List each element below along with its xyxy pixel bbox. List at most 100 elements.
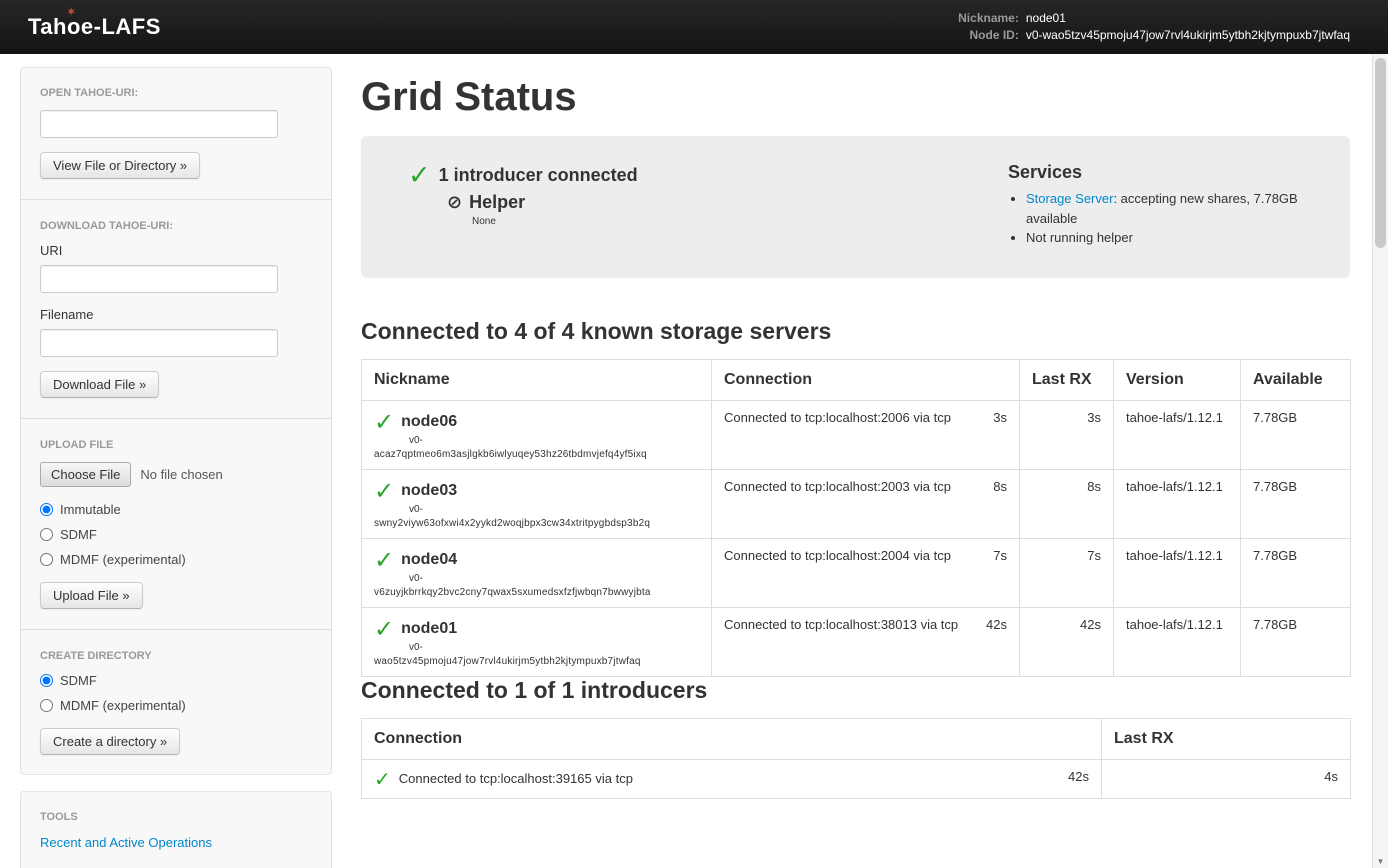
connection-cell: Connected to tcp:localhost:2006 via tcp … [712, 400, 1020, 469]
no-file-chosen-text: No file chosen [140, 467, 222, 482]
dir-format-mdmf-option[interactable]: MDMF (experimental) [40, 698, 312, 713]
dir-format-sdmf-radio[interactable] [40, 674, 53, 687]
storage-server-row: ✓ node03 v0- swny2viyw63ofxwi4x2yykd2woq… [362, 469, 1351, 538]
section-divider [21, 418, 331, 419]
upload-format-mdmf-option[interactable]: MDMF (experimental) [40, 552, 312, 567]
node-identity-block: Nickname: node01 Node ID: v0-wao5tzv45pm… [958, 11, 1350, 43]
download-uri-input[interactable] [40, 265, 278, 293]
helper-label: Helper [469, 192, 525, 213]
storage-server-row: ✓ node06 v0- acaz7qptmeo6m3asjlgkb6iwlyu… [362, 400, 1351, 469]
connection-text: Connected to tcp:localhost:39165 via tcp [399, 771, 633, 786]
tools-panel: TOOLS Recent and Active Operations [20, 791, 332, 868]
nickname-value: node01 [1026, 11, 1350, 26]
scrollbar-thumb[interactable] [1375, 58, 1386, 248]
version-cell: tahoe-lafs/1.12.1 [1114, 607, 1241, 676]
storage-server-link[interactable]: Storage Server [1026, 191, 1113, 206]
download-file-button[interactable]: Download File » [40, 371, 159, 398]
upload-format-immutable-radio[interactable] [40, 503, 53, 516]
connection-age: 8s [993, 479, 1007, 494]
connected-check-icon: ✓ [374, 769, 391, 789]
connection-age: 42s [986, 617, 1007, 632]
helper-status-row: ⊘ Helper [447, 192, 1008, 213]
available-cell: 7.78GB [1241, 469, 1351, 538]
server-id-prefix: v0- [409, 504, 699, 515]
connection-text: Connected to tcp:localhost:2004 via tcp [724, 548, 951, 563]
connection-cell: Connected to tcp:localhost:38013 via tcp… [712, 607, 1020, 676]
upload-file-label: UPLOAD FILE [40, 439, 312, 451]
node-id-value: v0-wao5tzv45pmoju47jow7rvl4ukirjm5ytbh2k… [1026, 28, 1350, 43]
introducer-status-row: ✓ 1 introducer connected [408, 162, 1008, 189]
introducers-table: Connection Last RX ✓ Connected to tcp:lo… [361, 718, 1351, 799]
dir-format-sdmf-label: SDMF [60, 673, 97, 688]
create-directory-button[interactable]: Create a directory » [40, 728, 180, 755]
version-cell: tahoe-lafs/1.12.1 [1114, 469, 1241, 538]
upload-format-sdmf-radio[interactable] [40, 528, 53, 541]
download-uri-label: DOWNLOAD TAHOE-URI: [40, 220, 312, 232]
view-file-button[interactable]: View File or Directory » [40, 152, 200, 179]
last-rx-cell: 42s [1020, 607, 1114, 676]
recent-operations-link[interactable]: Recent and Active Operations [40, 835, 212, 850]
server-id-hash: acaz7qptmeo6m3asjlgkb6iwlyuqey53hz26tbdm… [374, 449, 699, 460]
col-header-available: Available [1241, 359, 1351, 400]
col-header-last-rx: Last RX [1102, 718, 1351, 759]
connection-text: Connected to tcp:localhost:38013 via tcp [724, 617, 958, 632]
connection-cell: Connected to tcp:localhost:2003 via tcp … [712, 469, 1020, 538]
open-uri-input[interactable] [40, 110, 278, 138]
col-header-connection: Connection [712, 359, 1020, 400]
upload-file-button[interactable]: Upload File » [40, 582, 143, 609]
page-body: OPEN TAHOE-URI: View File or Directory »… [0, 54, 1388, 868]
scroll-down-arrow-icon[interactable]: ▼ [1373, 857, 1388, 866]
connected-check-icon: ✓ [374, 479, 394, 503]
col-header-last-rx: Last RX [1020, 359, 1114, 400]
connected-check-icon: ✓ [374, 410, 394, 434]
dir-format-sdmf-option[interactable]: SDMF [40, 673, 312, 688]
open-uri-label: OPEN TAHOE-URI: [40, 87, 312, 99]
storage-server-row: ✓ node04 v0- v6zuyjkbrrkqy2bvc2cny7qwax5… [362, 538, 1351, 607]
upload-format-immutable-option[interactable]: Immutable [40, 502, 312, 517]
uri-field-label: URI [40, 243, 312, 258]
connection-cell: ✓ Connected to tcp:localhost:39165 via t… [362, 759, 1102, 798]
vertical-scrollbar[interactable]: ▼ [1372, 54, 1388, 868]
service-storage-item: Storage Server: accepting new shares, 7.… [1026, 189, 1326, 228]
storage-servers-heading: Connected to 4 of 4 known storage server… [361, 318, 1350, 345]
last-rx-cell: 7s [1020, 538, 1114, 607]
service-helper-item: Not running helper [1026, 228, 1326, 248]
server-nickname: node03 [401, 482, 457, 500]
last-rx-cell: 8s [1020, 469, 1114, 538]
section-divider [21, 199, 331, 200]
storage-server-row: ✓ node01 v0- wao5tzv45pmoju47jow7rvl4uki… [362, 607, 1351, 676]
server-id-hash: swny2viyw63ofxwi4x2yykd2woqjbpx3cw34xtri… [374, 518, 699, 529]
main-content: Grid Status ✓ 1 introducer connected ⊘ H… [361, 67, 1350, 799]
check-icon: ✓ [408, 162, 431, 189]
choose-file-button[interactable]: Choose File [40, 462, 131, 487]
nickname-cell: ✓ node06 v0- acaz7qptmeo6m3asjlgkb6iwlyu… [362, 400, 712, 469]
create-directory-section: CREATE DIRECTORY SDMF MDMF (experimental… [40, 650, 312, 755]
nickname-cell: ✓ node04 v0- v6zuyjkbrrkqy2bvc2cny7qwax5… [362, 538, 712, 607]
upload-format-mdmf-radio[interactable] [40, 553, 53, 566]
grid-summary-well: ✓ 1 introducer connected ⊘ Helper None S… [361, 136, 1350, 278]
server-id-prefix: v0- [409, 435, 699, 446]
download-uri-section: DOWNLOAD TAHOE-URI: URI Filename Downloa… [40, 220, 312, 398]
storage-servers-table: Nickname Connection Last RX Version Avai… [361, 359, 1351, 677]
node-id-label: Node ID: [958, 28, 1019, 43]
dir-format-mdmf-radio[interactable] [40, 699, 53, 712]
connection-cell: Connected to tcp:localhost:2004 via tcp … [712, 538, 1020, 607]
server-nickname: node04 [401, 551, 457, 569]
col-header-nickname: Nickname [362, 359, 712, 400]
dir-format-mdmf-label: MDMF (experimental) [60, 698, 186, 713]
server-nickname: node06 [401, 413, 457, 431]
introducer-status-text: 1 introducer connected [439, 165, 638, 186]
helper-value: None [472, 216, 1008, 227]
tahoe-lafs-logo[interactable]: Tahoe-LAFS ✶ [28, 14, 161, 40]
services-list: Storage Server: accepting new shares, 7.… [1026, 189, 1326, 248]
upload-format-sdmf-option[interactable]: SDMF [40, 527, 312, 542]
nickname-cell: ✓ node03 v0- swny2viyw63ofxwi4x2yykd2woq… [362, 469, 712, 538]
download-filename-input[interactable] [40, 329, 278, 357]
services-title: Services [1008, 162, 1326, 183]
section-divider [21, 629, 331, 630]
sidebar-actions-panel: OPEN TAHOE-URI: View File or Directory »… [20, 67, 332, 775]
nickname-label: Nickname: [958, 11, 1019, 26]
tools-label: TOOLS [40, 811, 312, 823]
file-picker-row: Choose File No file chosen [40, 462, 312, 487]
open-uri-section: OPEN TAHOE-URI: View File or Directory » [40, 87, 312, 179]
